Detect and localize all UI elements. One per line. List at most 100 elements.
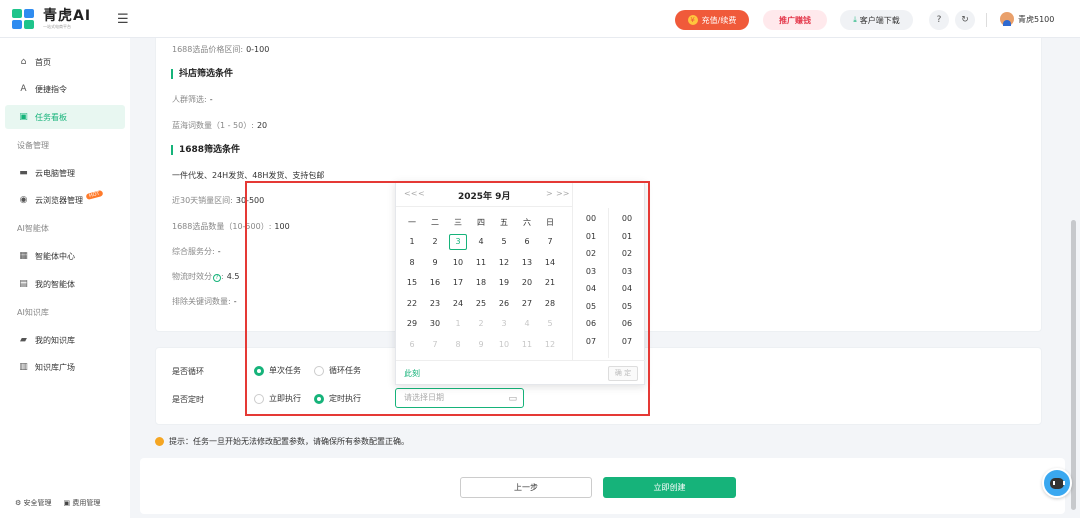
calendar-day[interactable]: 5 <box>541 316 559 332</box>
logo[interactable]: 青虎AI 一站式电商平台 <box>12 9 91 29</box>
recharge-button[interactable]: ¥ 充值/续费 <box>675 10 749 30</box>
hour-option[interactable]: 07 <box>573 333 609 351</box>
calendar-day[interactable]: 9 <box>472 337 490 353</box>
next-month-button[interactable]: > <box>546 189 553 198</box>
radio-single-task[interactable]: 单次任务 <box>254 365 301 376</box>
calendar-day[interactable]: 5 <box>495 234 513 250</box>
calendar-day[interactable]: 27 <box>518 296 536 312</box>
calendar-day[interactable]: 18 <box>472 275 490 291</box>
prev-step-button[interactable]: 上一步 <box>460 477 592 498</box>
user-menu[interactable]: 青虎5100 <box>1000 12 1054 26</box>
sidebar-item-cloud-browser[interactable]: ◉ 云浏览器管理 HOT <box>5 188 125 212</box>
sidebar-item-cloud-pc[interactable]: ▬ 云电脑管理 <box>5 161 125 185</box>
calendar-day[interactable]: 23 <box>426 296 444 312</box>
calendar-day[interactable]: 1 <box>449 316 467 332</box>
sidebar-item-agent-center[interactable]: ▦ 智能体中心 <box>5 244 125 268</box>
radio-run-scheduled[interactable]: 定时执行 <box>314 393 361 404</box>
menu-collapse-icon[interactable]: ☰ <box>117 12 129 27</box>
blue-ocean-row: 蓝海词数量（1 - 50）: 20 <box>172 121 268 130</box>
security-management-link[interactable]: ⚙ 安全管理 <box>15 498 52 508</box>
calendar-day[interactable]: 10 <box>495 337 513 353</box>
hour-option[interactable]: 06 <box>573 315 609 333</box>
calendar-day[interactable]: 12 <box>541 337 559 353</box>
calendar-day[interactable]: 6 <box>518 234 536 250</box>
assistant-robot-icon[interactable] <box>1042 468 1072 498</box>
radio-run-now[interactable]: 立即执行 <box>254 393 301 404</box>
calendar-day[interactable]: 29 <box>403 316 421 332</box>
book-icon: ▥ <box>19 362 28 372</box>
next-year-button[interactable]: >> <box>556 189 569 198</box>
billing-management-link[interactable]: ▣ 费用管理 <box>64 498 101 508</box>
download-client-button[interactable]: ⤓ 客户端下载 <box>840 10 913 30</box>
header-divider <box>986 13 987 27</box>
promo-button[interactable]: 推广赚钱 <box>763 10 827 30</box>
date-input[interactable]: 请选择日期 ▭ <box>395 388 524 408</box>
calendar-day[interactable]: 8 <box>449 337 467 353</box>
sidebar-item-home[interactable]: ⌂ 首页 <box>5 50 125 74</box>
refresh-icon[interactable]: ↻ <box>955 10 975 30</box>
minute-column[interactable]: 00 01 02 03 04 05 06 07 <box>609 210 645 350</box>
hour-option[interactable]: 05 <box>573 298 609 316</box>
calendar-day[interactable]: 7 <box>541 234 559 250</box>
calendar-day[interactable]: 11 <box>472 255 490 271</box>
minute-option[interactable]: 07 <box>609 333 645 351</box>
minute-option[interactable]: 05 <box>609 298 645 316</box>
calendar-day[interactable]: 21 <box>541 275 559 291</box>
calendar-day[interactable]: 17 <box>449 275 467 291</box>
hour-option[interactable]: 04 <box>573 280 609 298</box>
crowd-filter-row: 人群筛选: - <box>172 95 213 104</box>
scrollbar[interactable] <box>1071 220 1076 510</box>
help-icon[interactable]: ? <box>929 10 949 30</box>
calendar-day[interactable]: 6 <box>403 337 421 353</box>
minute-option[interactable]: 03 <box>609 263 645 281</box>
prev-month-button[interactable]: < <box>418 189 425 198</box>
confirm-button[interactable]: 确 定 <box>608 366 638 381</box>
calendar-day[interactable]: 30 <box>426 316 444 332</box>
calendar-day[interactable]: 1 <box>403 234 421 250</box>
calendar-day[interactable]: 22 <box>403 296 421 312</box>
calendar-day[interactable]: 15 <box>403 275 421 291</box>
sidebar-item-kb-square[interactable]: ▥ 知识库广场 <box>5 355 125 379</box>
calendar-day[interactable]: 10 <box>449 255 467 271</box>
minute-option[interactable]: 02 <box>609 245 645 263</box>
hour-option[interactable]: 01 <box>573 228 609 246</box>
calendar-day[interactable]: 11 <box>518 337 536 353</box>
minute-option[interactable]: 06 <box>609 315 645 333</box>
hour-option[interactable]: 02 <box>573 245 609 263</box>
radio-loop-task[interactable]: 循环任务 <box>314 365 361 376</box>
minute-option[interactable]: 01 <box>609 228 645 246</box>
calendar-day[interactable]: 9 <box>426 255 444 271</box>
calendar-day[interactable]: 4 <box>472 234 490 250</box>
hour-option[interactable]: 00 <box>573 210 609 228</box>
calendar-day[interactable]: 24 <box>449 296 467 312</box>
calendar-day[interactable]: 7 <box>426 337 444 353</box>
create-now-button[interactable]: 立即创建 <box>603 477 736 498</box>
calendar-day[interactable]: 12 <box>495 255 513 271</box>
calendar-day[interactable]: 16 <box>426 275 444 291</box>
sidebar-item-my-agents[interactable]: ▤ 我的智能体 <box>5 272 125 296</box>
minute-option[interactable]: 04 <box>609 280 645 298</box>
sidebar-item-commands[interactable]: A 便捷指令 <box>5 77 125 101</box>
calendar-day[interactable]: 14 <box>541 255 559 271</box>
prev-year-button[interactable]: << <box>404 189 417 198</box>
logo-title: 青虎AI <box>43 8 92 24</box>
calendar-day[interactable]: 4 <box>518 316 536 332</box>
sidebar-item-my-kb[interactable]: ▰ 我的知识库 <box>5 328 125 352</box>
sidebar-item-task-board[interactable]: ▣ 任务看板 <box>5 105 125 129</box>
calendar-day[interactable]: 2 <box>426 234 444 250</box>
hour-column[interactable]: 00 01 02 03 04 05 06 07 <box>573 210 609 350</box>
calendar-day[interactable]: 3 <box>449 234 467 250</box>
calendar-day[interactable]: 3 <box>495 316 513 332</box>
now-button[interactable]: 此刻 <box>404 368 420 379</box>
calendar-day[interactable]: 8 <box>403 255 421 271</box>
calendar-day[interactable]: 13 <box>518 255 536 271</box>
hour-option[interactable]: 03 <box>573 263 609 281</box>
calendar-day[interactable]: 28 <box>541 296 559 312</box>
help-circle-icon[interactable]: ? <box>213 274 221 282</box>
calendar-day[interactable]: 25 <box>472 296 490 312</box>
calendar-day[interactable]: 19 <box>495 275 513 291</box>
calendar-day[interactable]: 20 <box>518 275 536 291</box>
calendar-day[interactable]: 2 <box>472 316 490 332</box>
calendar-day[interactable]: 26 <box>495 296 513 312</box>
minute-option[interactable]: 00 <box>609 210 645 228</box>
